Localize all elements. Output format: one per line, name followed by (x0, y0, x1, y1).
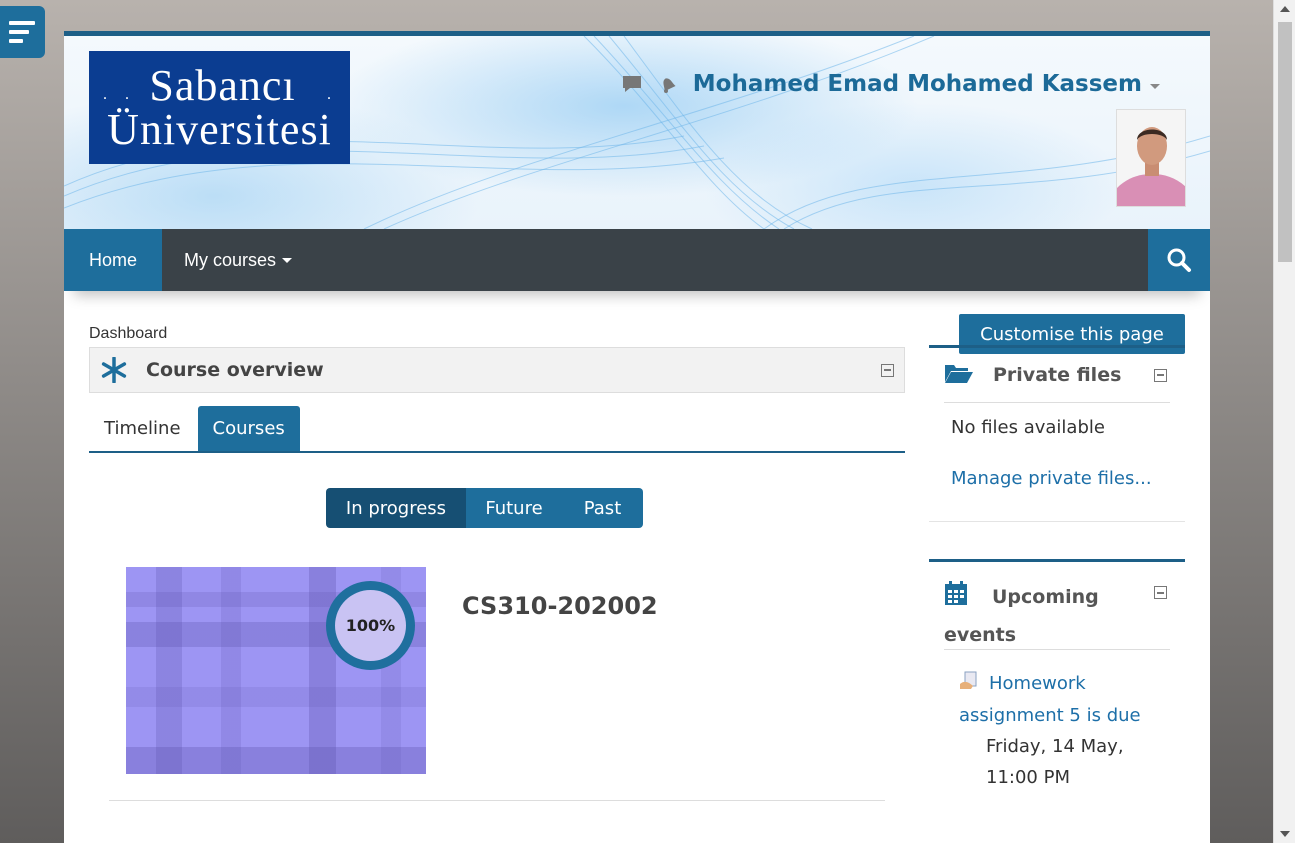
vertical-scrollbar[interactable] (1273, 0, 1295, 843)
chevron-down-icon (1150, 84, 1160, 90)
scroll-down-icon[interactable] (1280, 831, 1290, 837)
avatar[interactable] (1116, 109, 1186, 207)
page-container: . . . Sabancı Üniversitesi Mohamed Emad … (64, 31, 1210, 843)
nav-my-courses[interactable]: My courses (162, 229, 314, 291)
main-navbar: Home My courses (64, 229, 1210, 291)
nav-home[interactable]: Home (64, 229, 163, 291)
chevron-down-icon (282, 257, 293, 263)
drawer-toggle-button[interactable] (0, 6, 45, 58)
bell-icon[interactable] (657, 73, 679, 95)
logo-line1: Sabancı (149, 60, 296, 110)
search-icon (1167, 248, 1191, 272)
nav-my-courses-label: My courses (184, 249, 277, 270)
search-button[interactable] (1148, 229, 1210, 291)
customise-page-button[interactable]: Customise this page (959, 314, 1185, 354)
university-logo[interactable]: . . . Sabancı Üniversitesi (89, 51, 350, 164)
logo-line2: Üniversitesi (107, 104, 332, 154)
scrollbar-thumb[interactable] (1278, 22, 1292, 262)
scroll-up-icon[interactable] (1280, 6, 1290, 12)
user-menu: Mohamed Emad Mohamed Kassem (621, 71, 1160, 97)
message-icon[interactable] (621, 73, 643, 95)
user-menu-toggle[interactable]: Mohamed Emad Mohamed Kassem (693, 71, 1160, 97)
hamburger-line (9, 21, 35, 25)
hamburger-line (9, 30, 29, 34)
username: Mohamed Emad Mohamed Kassem (692, 71, 1142, 97)
header-banner: . . . Sabancı Üniversitesi Mohamed Emad … (64, 36, 1210, 229)
hamburger-line (9, 39, 23, 43)
